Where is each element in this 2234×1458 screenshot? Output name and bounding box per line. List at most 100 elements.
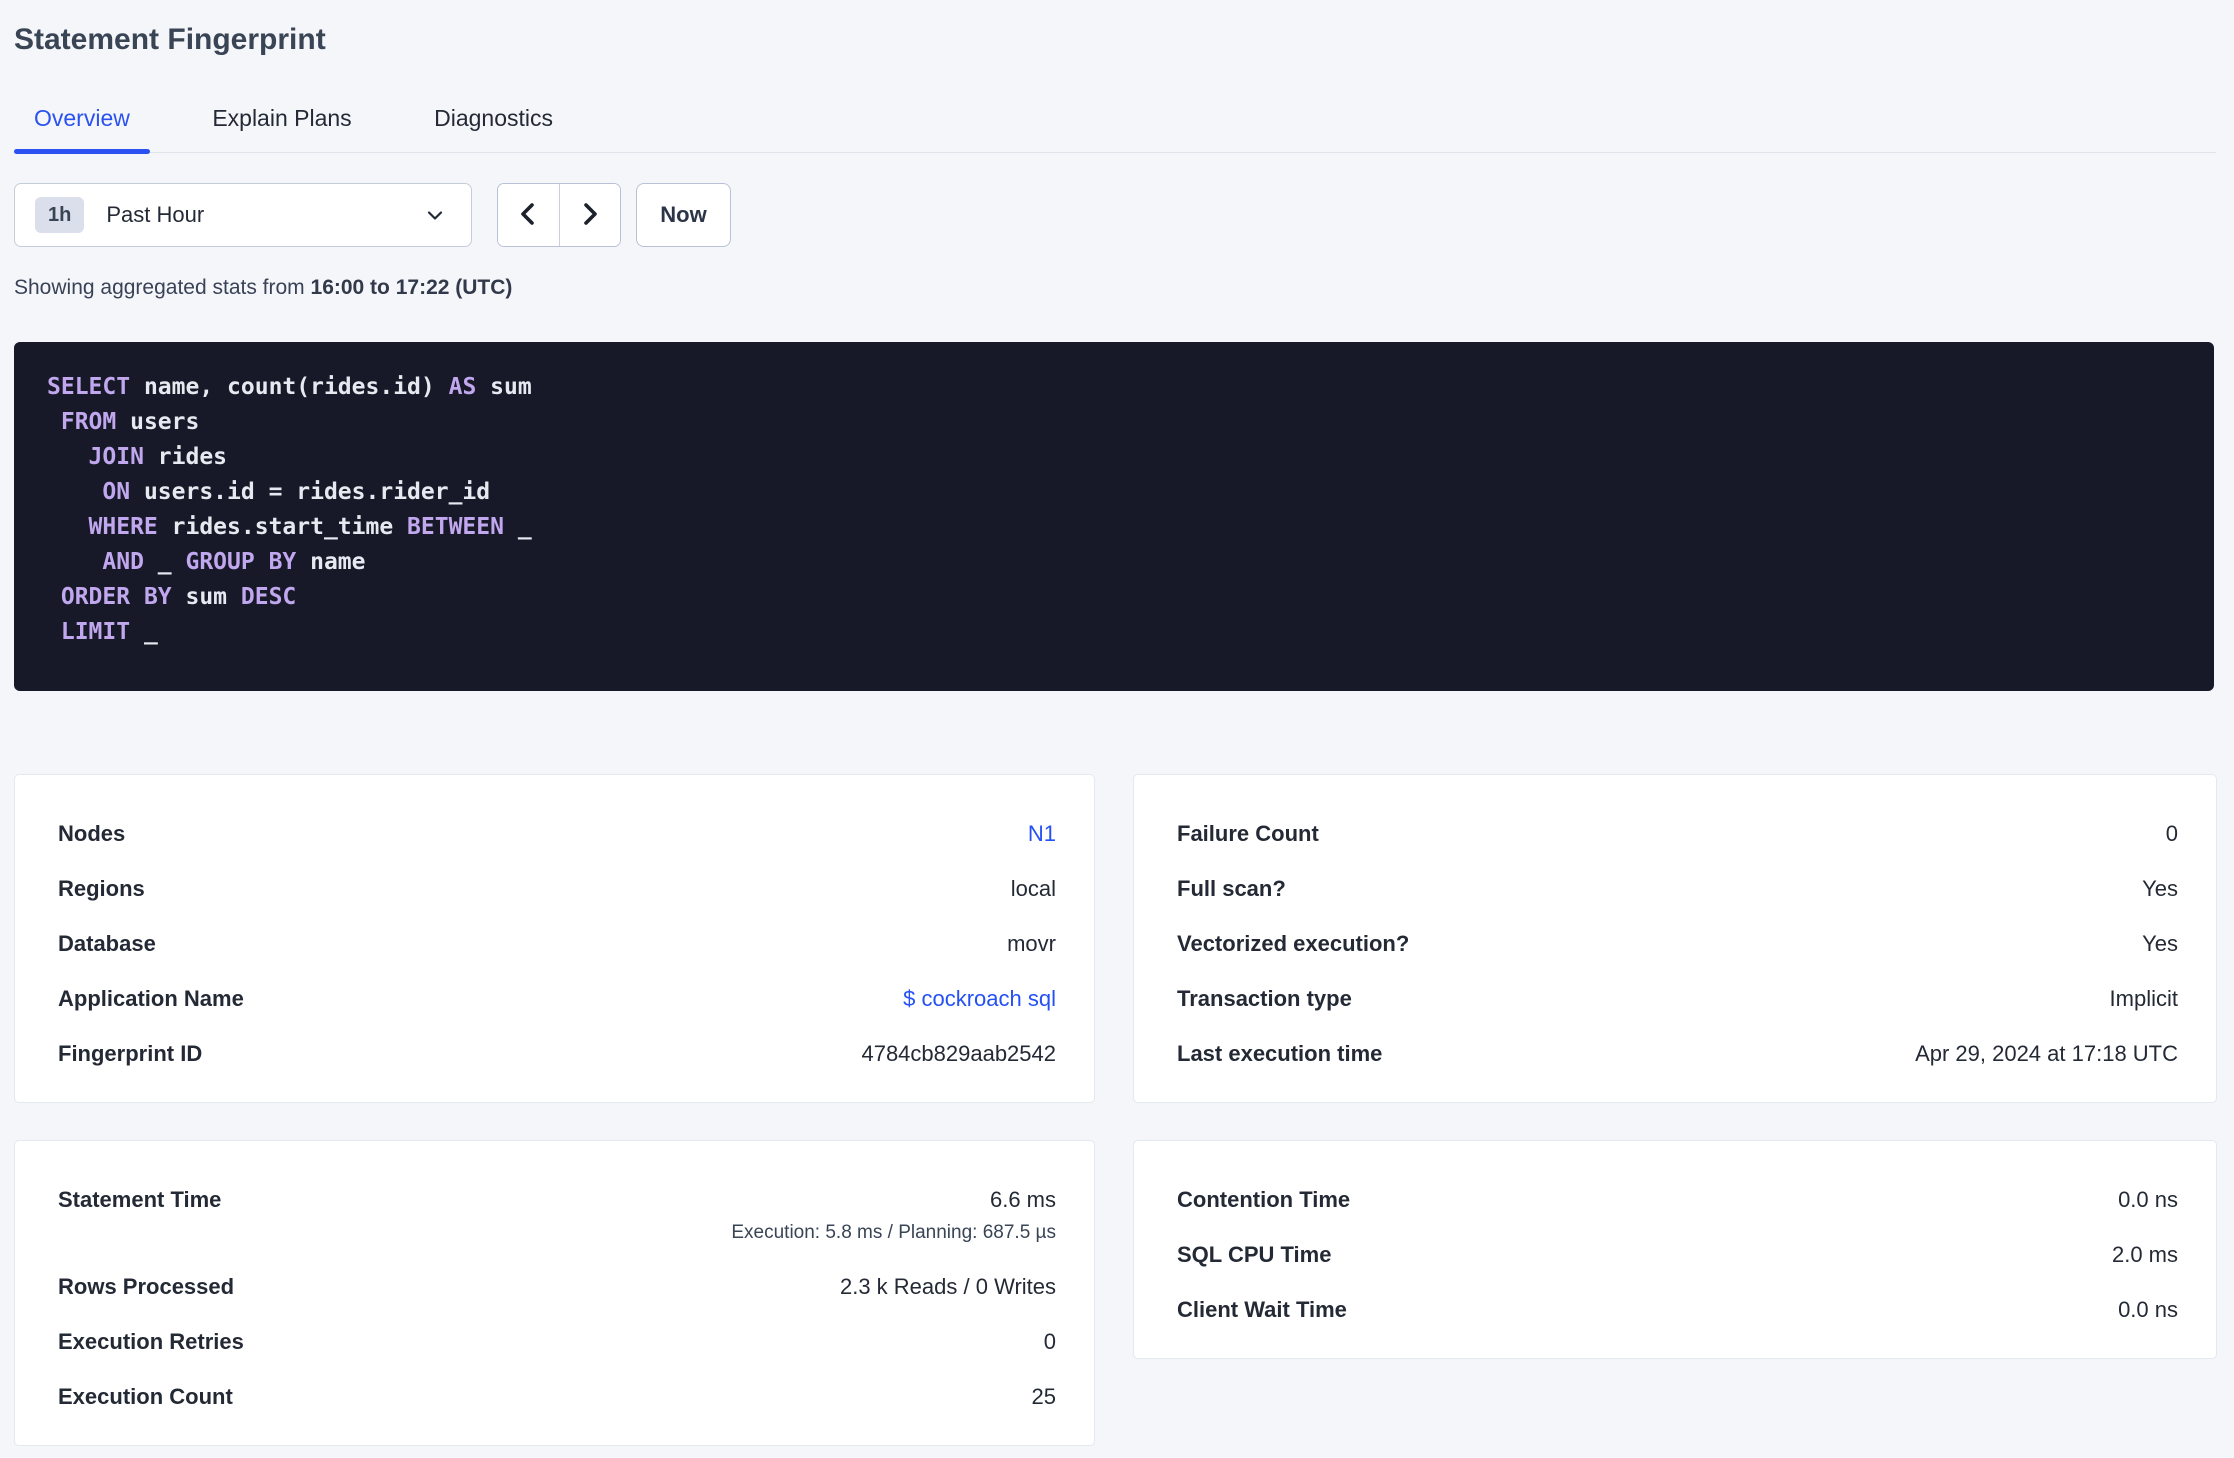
tab-explain-plans[interactable]: Explain Plans — [192, 104, 371, 152]
row-label: Application Name — [58, 986, 244, 1011]
row-value-wrap: Yes — [2142, 875, 2178, 902]
panel-row: Execution Count 25 — [58, 1383, 1056, 1410]
row-value: 0 — [2165, 821, 2178, 846]
panel-row: Database movr — [58, 930, 1056, 957]
row-label: Vectorized execution? — [1177, 931, 1410, 956]
panel-row: Vectorized execution? Yes — [1177, 930, 2178, 957]
time-range-label: Past Hour — [106, 202, 205, 227]
row-value-wrap: local — [1011, 875, 1056, 902]
time-interval-arrows — [497, 183, 621, 247]
stats-panels-grid: Nodes N1 Regions local Database movr Applicati… — [14, 774, 2217, 1446]
row-label: Fingerprint ID — [58, 1041, 203, 1066]
row-value-wrap: movr — [1007, 930, 1056, 957]
row-label: Full scan? — [1177, 876, 1286, 901]
row-value: 2.0 ms — [2111, 1242, 2178, 1267]
row-label: Statement Time — [58, 1187, 222, 1212]
row-value-wrap: $ cockroach sql — [903, 985, 1056, 1012]
sql-line: WHERE rides.start_time BETWEEN _ — [88, 514, 532, 540]
row-value-wrap: Yes — [2142, 930, 2178, 957]
panel-row: Nodes N1 — [58, 820, 1056, 847]
tab-overview[interactable]: Overview — [14, 104, 150, 154]
row-value: 6.6 ms — [989, 1187, 1056, 1212]
panel-row: SQL CPU Time 2.0 ms — [1177, 1241, 2178, 1268]
panel-row: Last execution time Apr 29, 2024 at 17:18… — [1177, 1040, 2178, 1067]
row-label: Database — [58, 931, 156, 956]
panel-row: Failure Count 0 — [1177, 820, 2178, 847]
sql-line: ON users.id = rides.rider_id — [102, 479, 491, 505]
row-value-wrap: 25 — [1032, 1383, 1056, 1410]
sql-line: ORDER BY sum DESC — [60, 584, 297, 610]
row-value: local — [1010, 876, 1056, 901]
sql-line: JOIN rides — [88, 444, 228, 470]
wait-time-panel: Contention Time 0.0 ns SQL CPU Time 2.0 ms C… — [1133, 1140, 2217, 1359]
row-value-wrap: 4784cb829aab2542 — [861, 1040, 1056, 1067]
row-label: Execution Count — [58, 1384, 233, 1409]
panel-row: Client Wait Time 0.0 ns — [1177, 1296, 2178, 1323]
row-label: Failure Count — [1177, 821, 1319, 846]
statement-timing-panel: Statement Time 6.6 ms Execution: 5.8 ms / … — [14, 1140, 1095, 1446]
aggregated-stats-summary: Showing aggregated stats from 16:00 to 1… — [14, 275, 2216, 301]
sql-line: LIMIT _ — [60, 619, 158, 645]
panel-row: Application Name $ cockroach sql — [58, 985, 1056, 1012]
row-value: movr — [1007, 931, 1056, 956]
execution-attributes-panel: Failure Count 0 Full scan? Yes Vectorized ex… — [1133, 774, 2217, 1103]
tab-diagnostics[interactable]: Diagnostics — [414, 104, 573, 152]
row-value-wrap: Implicit — [2110, 985, 2178, 1012]
row-label: Regions — [58, 876, 145, 901]
row-value: 0 — [1043, 1329, 1056, 1354]
row-value: 25 — [1031, 1384, 1056, 1409]
sql-line: AND _ GROUP BY name — [102, 549, 366, 575]
row-value: Yes — [2142, 931, 2178, 956]
row-label: Nodes — [58, 821, 126, 846]
tab-bar: Overview Explain Plans Diagnostics — [14, 104, 2216, 154]
row-label: Client Wait Time — [1177, 1297, 1347, 1322]
chevron-right-icon — [577, 199, 603, 232]
row-value: 0.0 ns — [2118, 1187, 2178, 1212]
panel-row: Rows Processed 2.3 k Reads / 0 Writes — [58, 1273, 1056, 1300]
panel-row: Fingerprint ID 4784cb829aab2542 — [58, 1040, 1056, 1067]
panel-row: Regions local — [58, 875, 1056, 902]
statement-fingerprint-page: Statement Fingerprint Overview Explain P… — [0, 0, 2234, 1446]
row-value: 4784cb829aab2542 — [861, 1041, 1056, 1066]
row-subvalue: Execution: 5.8 ms / Planning: 687.5 µs — [731, 1222, 1056, 1243]
row-value: 2.3 k Reads / 0 Writes — [839, 1274, 1056, 1299]
row-value-wrap: 0 — [1044, 1328, 1056, 1355]
row-value-link[interactable]: N1 — [1028, 820, 1056, 847]
time-toolbar: 1h Past Hour Now — [14, 183, 2216, 247]
row-label: Last execution time — [1177, 1041, 1383, 1066]
row-value-wrap: N1 — [1028, 820, 1056, 847]
summary-time-range: 16:00 to 17:22 (UTC) — [310, 276, 513, 299]
time-range-dropdown[interactable]: 1h Past Hour — [14, 183, 472, 247]
panel-row: Execution Retries 0 — [58, 1328, 1056, 1355]
row-label: Transaction type — [1177, 986, 1352, 1011]
summary-prefix: Showing aggregated stats from — [14, 276, 311, 299]
panel-row: Full scan? Yes — [1177, 875, 2178, 902]
row-label: Rows Processed — [58, 1274, 235, 1299]
chevron-down-icon — [423, 203, 447, 227]
row-value-wrap: 2.0 ms — [2112, 1241, 2178, 1268]
time-range-badge: 1h — [35, 197, 85, 233]
previous-interval-button[interactable] — [498, 184, 559, 246]
row-value: Yes — [2142, 876, 2178, 901]
row-value-wrap: 2.3 k Reads / 0 Writes — [840, 1273, 1056, 1300]
row-value-wrap: 6.6 ms Execution: 5.8 ms / Planning: 687.… — [731, 1186, 1056, 1245]
statement-info-panel: Nodes N1 Regions local Database movr Applicati… — [14, 774, 1095, 1103]
now-button[interactable]: Now — [636, 183, 731, 247]
sql-line: SELECT name, count(rides.id) AS sum — [47, 374, 532, 400]
row-label: Contention Time — [1177, 1187, 1351, 1212]
sql-statement-box: SELECT name, count(rides.id) AS sum FROM… — [14, 342, 2214, 691]
row-label: SQL CPU Time — [1177, 1242, 1332, 1267]
row-value: Apr 29, 2024 at 17:18 UTC — [1915, 1041, 2178, 1066]
panel-row: Statement Time 6.6 ms Execution: 5.8 ms / … — [58, 1186, 1056, 1245]
row-value: 0.0 ns — [2118, 1297, 2178, 1322]
panel-row: Contention Time 0.0 ns — [1177, 1186, 2178, 1213]
row-label: Execution Retries — [58, 1329, 244, 1354]
row-value-wrap: Apr 29, 2024 at 17:18 UTC — [1915, 1040, 2178, 1067]
sql-line: FROM users — [60, 409, 200, 435]
row-value-wrap: 0.0 ns — [2118, 1186, 2178, 1213]
row-value-link[interactable]: $ cockroach sql — [903, 985, 1056, 1012]
next-interval-button[interactable] — [558, 184, 620, 246]
row-value-wrap: 0.0 ns — [2118, 1296, 2178, 1323]
row-value: Implicit — [2109, 986, 2178, 1011]
chevron-left-icon — [515, 199, 541, 232]
